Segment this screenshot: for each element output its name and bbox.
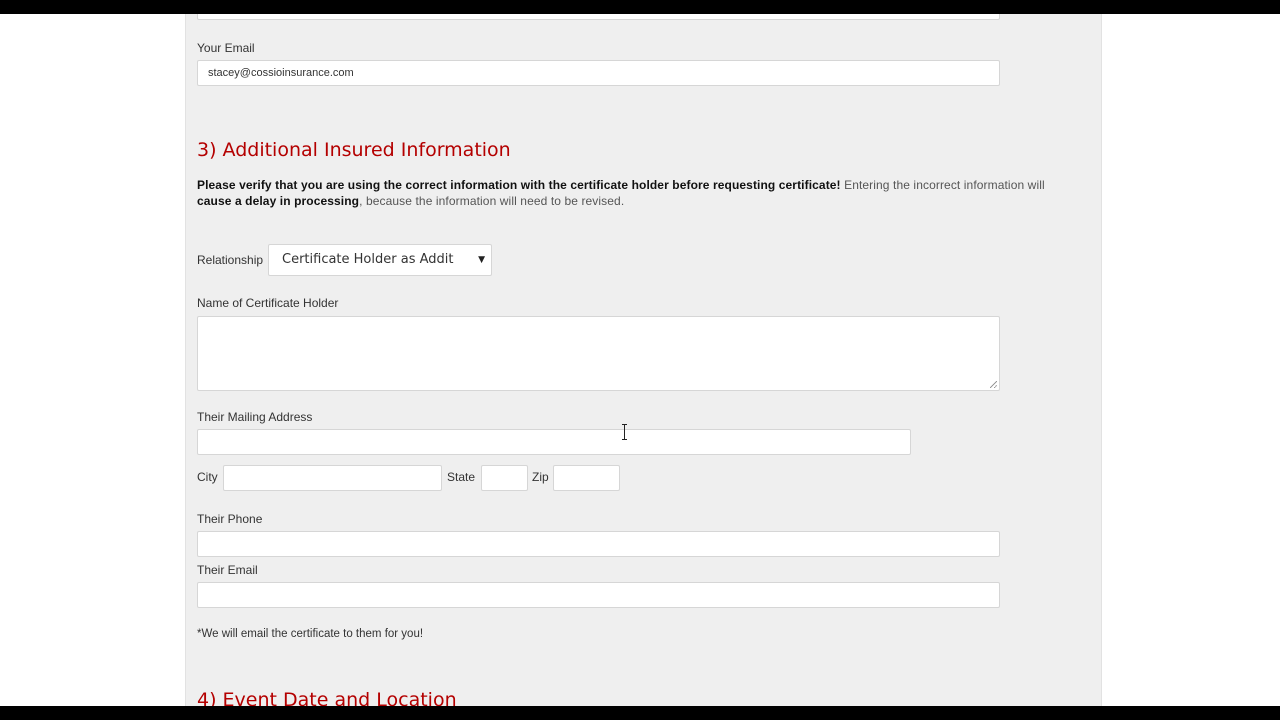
their-email-input[interactable] xyxy=(197,582,1000,608)
verification-warning: Please verify that you are using the cor… xyxy=(197,177,1077,209)
city-label: City xyxy=(197,470,218,484)
state-label: State xyxy=(447,470,476,484)
warning-text-1: Entering the incorrect information will xyxy=(840,178,1045,192)
relationship-select[interactable]: Certificate Holder as Addit ▼ xyxy=(268,244,492,276)
chevron-down-icon: ▼ xyxy=(478,255,485,265)
zip-input[interactable] xyxy=(553,465,620,491)
mailing-address-input[interactable] xyxy=(197,429,911,455)
resize-grip-icon[interactable] xyxy=(990,381,997,388)
section-4-title: 4) Event Date and Location xyxy=(197,689,457,706)
state-input[interactable] xyxy=(481,465,528,491)
relationship-label: Relationship xyxy=(197,253,264,267)
previous-field-input[interactable] xyxy=(197,14,1000,20)
i-beam-cursor-icon xyxy=(622,424,628,440)
email-note: *We will email the certificate to them f… xyxy=(197,628,424,640)
holder-name-label: Name of Certificate Holder xyxy=(197,296,339,310)
section-3-title: 3) Additional Insured Information xyxy=(197,139,511,161)
letterbox-bottom xyxy=(0,706,1280,720)
city-input[interactable] xyxy=(223,465,442,491)
letterbox-top xyxy=(0,0,1280,14)
warning-bold-1: Please verify that you are using the cor… xyxy=(197,178,841,192)
phone-input[interactable] xyxy=(197,531,1000,557)
warning-bold-2: cause a delay in processing xyxy=(197,194,360,208)
phone-label: Their Phone xyxy=(197,512,263,526)
zip-label: Zip xyxy=(532,470,549,484)
their-email-label: Their Email xyxy=(197,563,258,577)
relationship-selected-value: Certificate Holder as Addit xyxy=(282,252,454,267)
holder-name-textarea[interactable] xyxy=(197,316,1000,391)
your-email-input[interactable]: stacey@cossioinsurance.com xyxy=(197,60,1000,86)
warning-text-2: , because the information will need to b… xyxy=(359,194,625,208)
your-email-label: Your Email xyxy=(197,41,255,55)
form-panel: Your Email stacey@cossioinsurance.com 3)… xyxy=(185,14,1102,706)
mailing-address-label: Their Mailing Address xyxy=(197,410,313,424)
